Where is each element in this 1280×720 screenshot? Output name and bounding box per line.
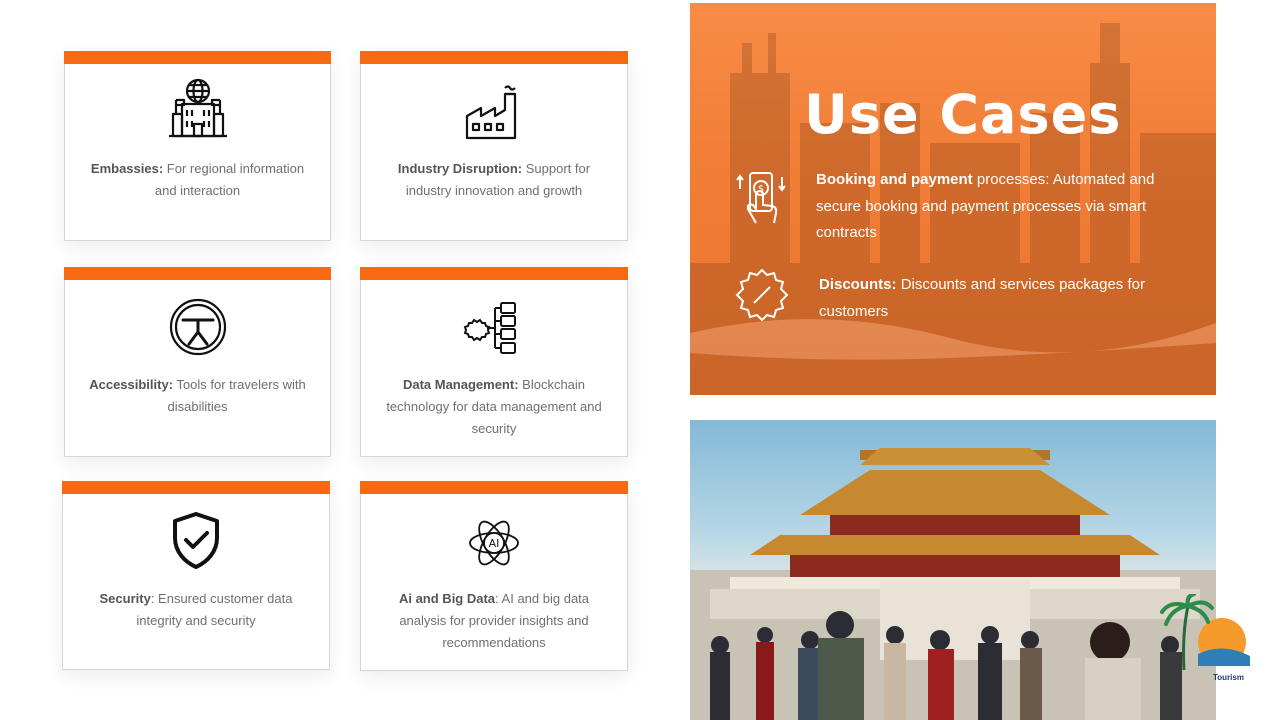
card-accent-bar xyxy=(360,51,628,64)
factory-icon xyxy=(461,76,527,142)
card-text: Security: Ensured customer data integrit… xyxy=(81,588,311,632)
card-title: Data Management: xyxy=(402,377,519,392)
card-title: Accessibility: xyxy=(89,377,174,392)
card-accent-bar xyxy=(360,481,628,494)
card-text: Ai and Big Data: AI and big data analysi… xyxy=(379,588,609,654)
card-accent-bar xyxy=(62,481,330,494)
card-desc: : Ensured customer data integrity and se… xyxy=(136,591,293,628)
use-case-title: Discounts: xyxy=(819,276,897,293)
use-cases-title: Use Cases xyxy=(804,83,1122,146)
ai-label: AI xyxy=(489,537,500,550)
discount-badge-icon xyxy=(734,267,790,323)
palace-illustration xyxy=(690,448,1216,720)
card-title: Embassies: xyxy=(90,161,164,176)
shield-check-icon xyxy=(163,506,229,572)
card-security: Security: Ensured customer data integrit… xyxy=(62,481,330,670)
card-accessibility: Accessibility: Tools for travelers with … xyxy=(64,267,331,457)
card-desc: Tools for travelers with disabilities xyxy=(167,377,306,414)
accessibility-icon xyxy=(165,292,231,358)
card-title: Industry Disruption: xyxy=(397,161,523,176)
card-text: Data Management: Blockchain technology f… xyxy=(379,374,609,440)
use-case-booking: Booking and payment processes: Automated… xyxy=(816,167,1166,247)
ai-atom-icon: AI xyxy=(461,506,527,572)
logo-text: Tourism xyxy=(1213,673,1244,682)
data-management-icon xyxy=(461,292,527,358)
mobile-payment-icon: $ xyxy=(734,169,790,227)
card-industry-disruption: Industry Disruption: Support for industr… xyxy=(360,51,628,241)
use-case-discounts: Discounts: Discounts and services packag… xyxy=(819,272,1164,325)
use-case-title: Booking and payment xyxy=(816,171,973,188)
card-desc: For regional information and interaction xyxy=(154,161,305,198)
card-text: Industry Disruption: Support for industr… xyxy=(379,158,609,202)
use-cases-panel: Use Cases $ Booking and payment processe… xyxy=(690,3,1216,395)
card-embassies: Embassies: For regional information and … xyxy=(64,51,331,241)
card-title: Security xyxy=(99,591,151,606)
card-accent-bar xyxy=(360,267,628,280)
forbidden-city-palace-photo xyxy=(690,420,1216,720)
tourism-logo: Tourism xyxy=(1152,592,1256,686)
card-title: Ai and Big Data xyxy=(398,591,496,606)
card-data-management: Data Management: Blockchain technology f… xyxy=(360,267,628,457)
card-ai-big-data: AI Ai and Big Data: AI and big data anal… xyxy=(360,481,628,671)
card-text: Accessibility: Tools for travelers with … xyxy=(83,374,312,418)
embassy-building-icon xyxy=(165,76,231,142)
card-accent-bar xyxy=(64,51,331,64)
card-text: Embassies: For regional information and … xyxy=(83,158,312,202)
card-accent-bar xyxy=(64,267,331,280)
